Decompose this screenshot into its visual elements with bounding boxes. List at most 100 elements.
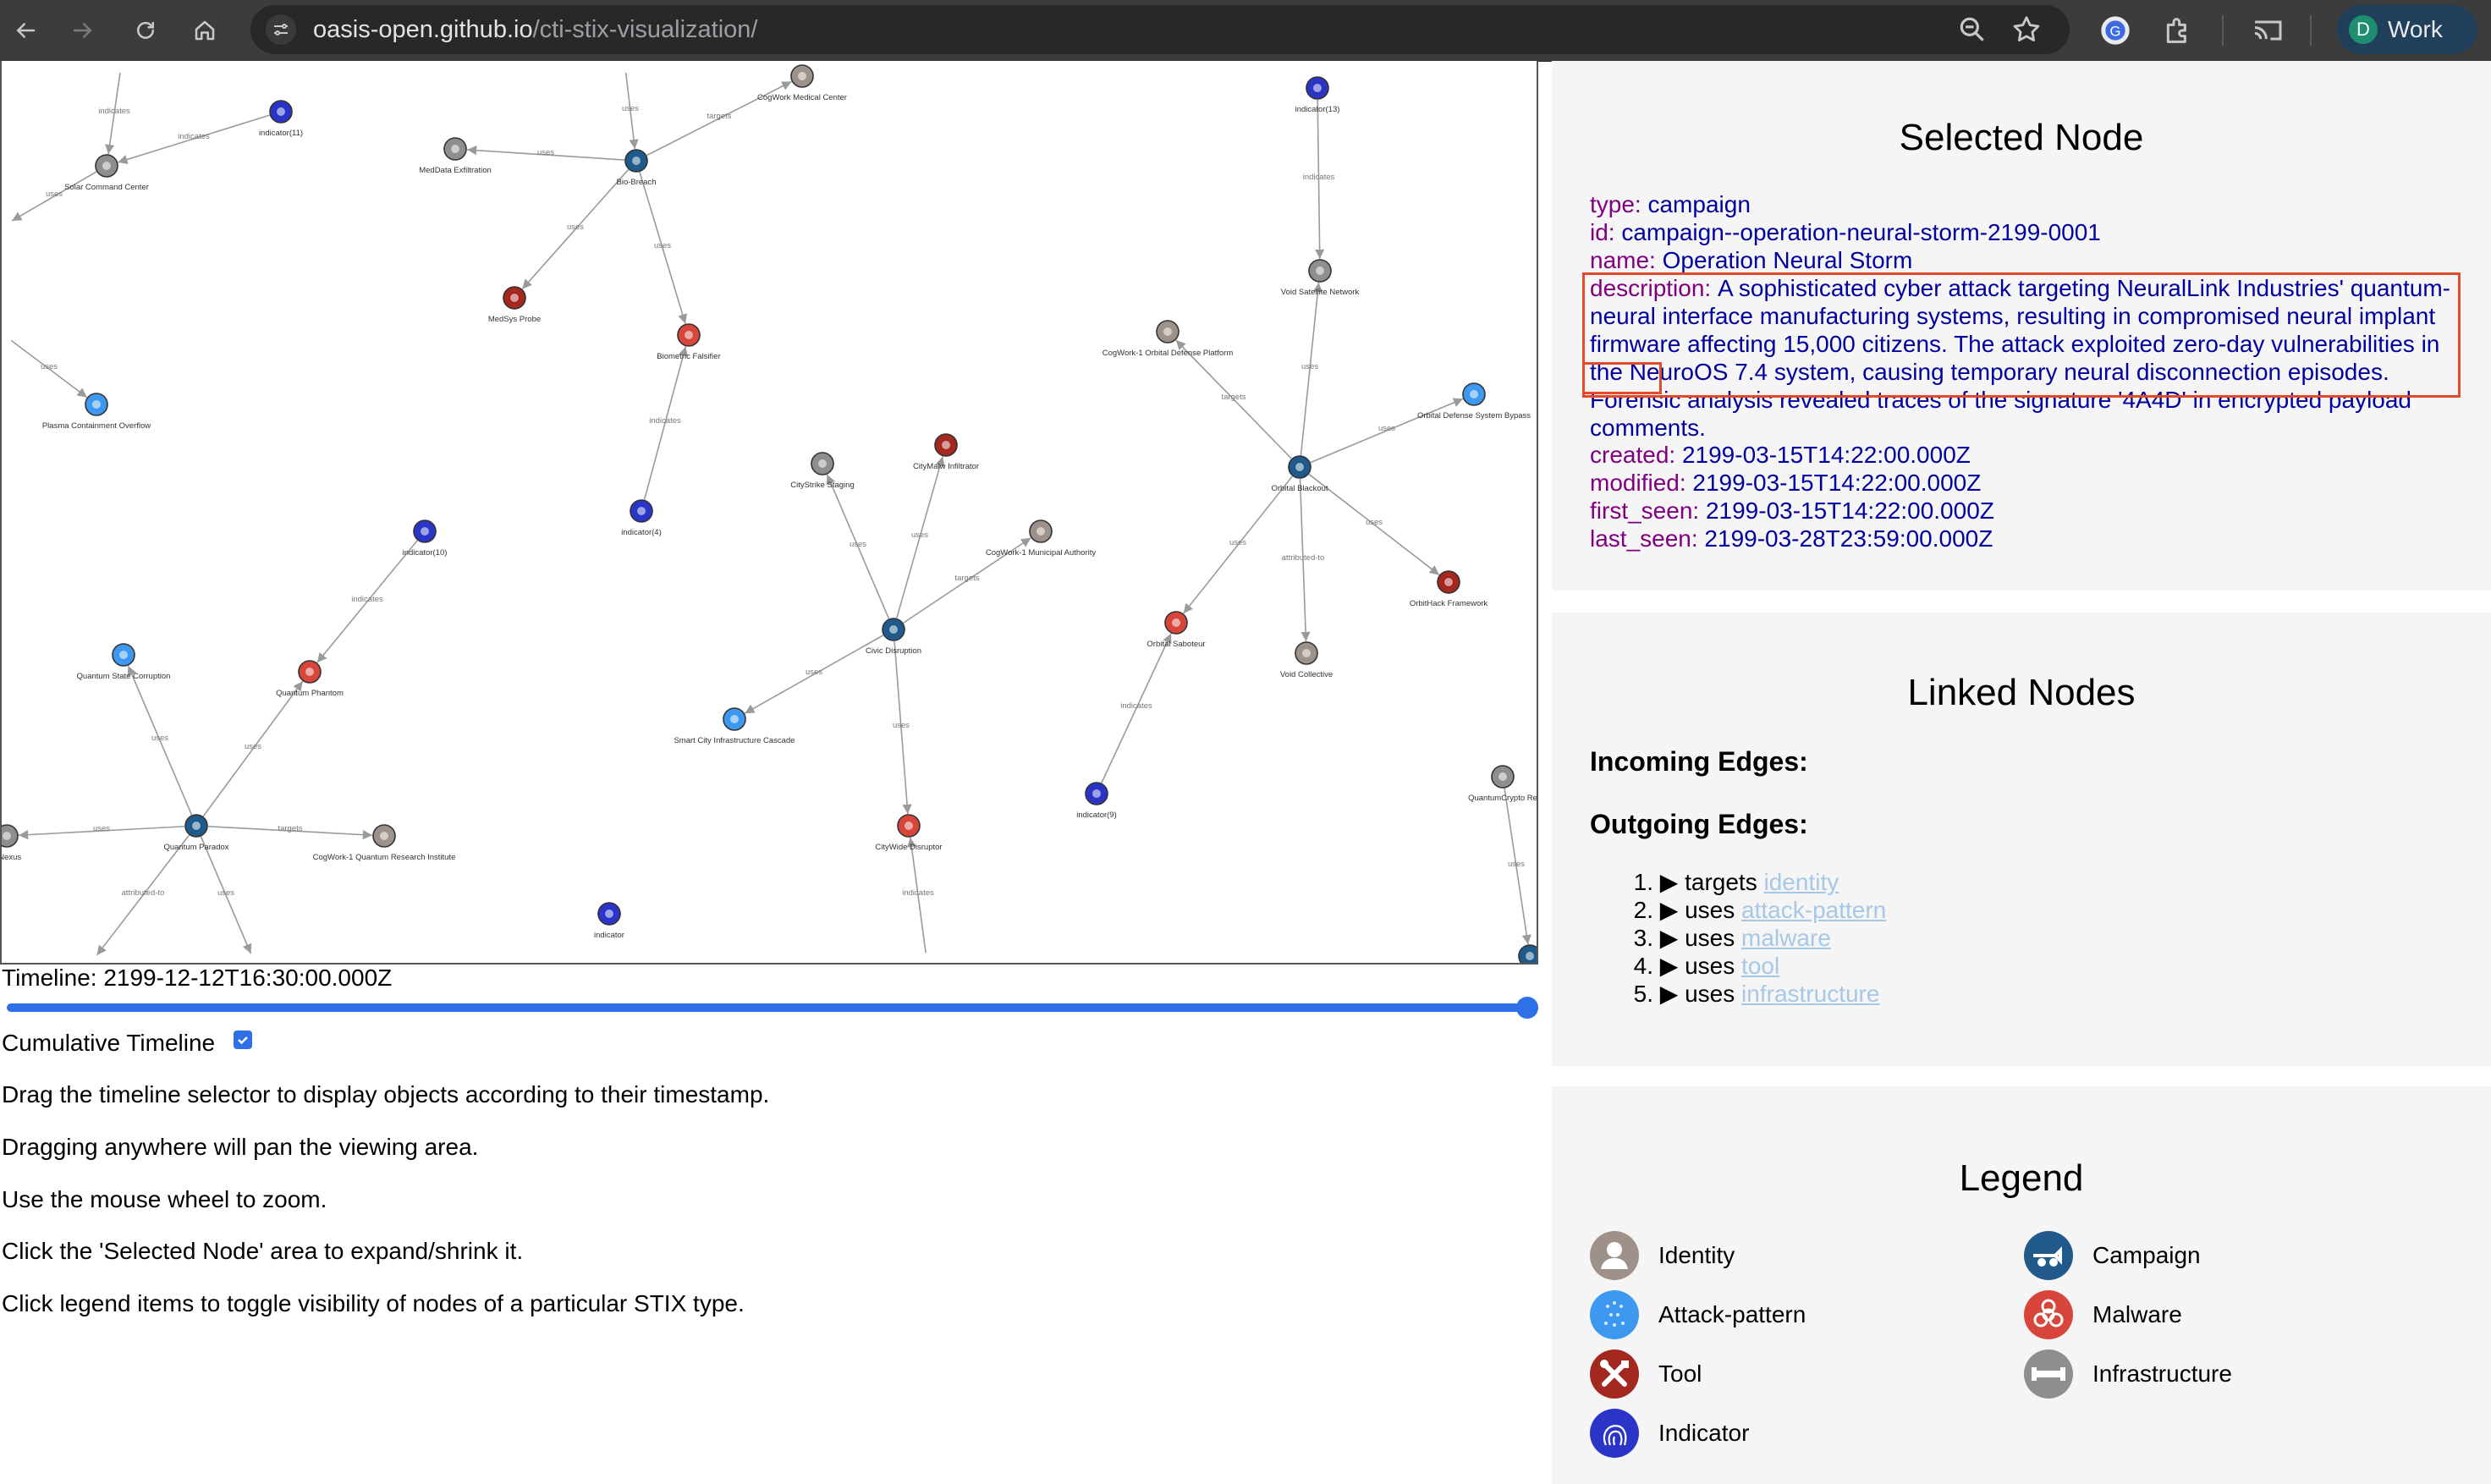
graph-node-indicator[interactable]: indicator(9) xyxy=(1076,782,1117,820)
bookmark-star-icon[interactable] xyxy=(2010,14,2043,46)
graph-node-malware[interactable]: CityWide Disruptor xyxy=(875,814,943,852)
graph-node-indicator[interactable]: indicator xyxy=(594,902,624,940)
graph-node-infrastructure[interactable]: Solar Command Center xyxy=(64,154,149,192)
graph-node-label: Quantum State Corruption xyxy=(77,672,171,681)
address-bar[interactable]: oasis-open.github.io/cti-stix-visualizat… xyxy=(250,5,2070,54)
graph-node-label: OrbitHack Framework xyxy=(1410,599,1488,608)
node-glyph xyxy=(421,527,429,536)
graph-edge-label: uses xyxy=(911,530,928,540)
edge-target-link[interactable]: tool xyxy=(1741,953,1779,979)
outgoing-edge-item[interactable]: 1. ▶ targets identity xyxy=(1616,868,1839,896)
disclosure-triangle-icon[interactable]: ▶ xyxy=(1660,981,1679,1007)
graph-node-indicator[interactable]: indicator(10) xyxy=(403,519,448,558)
profile-button[interactable]: D Work xyxy=(2337,5,2477,54)
url-text[interactable]: oasis-open.github.io/cti-stix-visualizat… xyxy=(313,16,757,44)
edge-relation: uses xyxy=(1685,981,1735,1007)
graph-edge-label: uses xyxy=(654,241,671,250)
graph-node-label: MedSys Probe xyxy=(488,315,541,324)
malware-icon xyxy=(2024,1290,2073,1339)
graph-node-tool[interactable]: MedSys Probe xyxy=(488,286,541,324)
edge-target-link[interactable]: attack-pattern xyxy=(1741,897,1886,923)
field-modified: modified: 2199-03-15T14:22:00.000Z xyxy=(1590,470,1981,497)
graph-node-attack-pattern[interactable]: Smart City Infrastructure Cascade xyxy=(674,707,795,745)
back-button[interactable] xyxy=(5,10,46,51)
edge-target-link[interactable]: identity xyxy=(1764,869,1839,895)
node-glyph xyxy=(1316,267,1324,275)
extension-g-icon[interactable]: G xyxy=(2098,14,2132,47)
disclosure-triangle-icon[interactable]: ▶ xyxy=(1660,925,1679,951)
graph-edge-label: targets xyxy=(278,824,302,833)
disclosure-triangle-icon[interactable]: ▶ xyxy=(1660,953,1679,979)
graph-edge-label: uses xyxy=(567,223,584,232)
help-text: Drag the timeline selector to display ob… xyxy=(2,1081,770,1108)
node-glyph xyxy=(637,507,646,515)
graph-node-label: indicator(4) xyxy=(621,528,662,537)
graph-node-identity[interactable]: CogWork Medical Center xyxy=(757,64,847,102)
reload-button[interactable] xyxy=(125,10,166,51)
timeline-slider-track[interactable] xyxy=(7,1003,1530,1012)
outgoing-edge-item[interactable]: 2. ▶ uses attack-pattern xyxy=(1616,896,1887,924)
graph-edge-label: uses xyxy=(622,104,639,113)
cast-icon[interactable] xyxy=(2251,14,2285,47)
node-glyph xyxy=(798,72,806,80)
forward-button[interactable] xyxy=(63,10,103,51)
list-number: 2. xyxy=(1633,897,1653,923)
graph-node-indicator[interactable]: indicator(11) xyxy=(259,100,303,138)
graph-node-infrastructure[interactable]: x Nexus xyxy=(2,824,21,862)
graph-node-attack-pattern[interactable]: Orbital Defense System Bypass xyxy=(1417,382,1531,420)
node-glyph xyxy=(818,459,827,468)
graph-node-infrastructure[interactable]: QuantumCrypto Re xyxy=(1468,765,1537,803)
graph-edge-label: uses xyxy=(537,148,554,157)
edge-target-link[interactable]: malware xyxy=(1741,925,1831,951)
timeline-slider-thumb[interactable] xyxy=(1516,997,1538,1019)
edge-target-link[interactable]: infrastructure xyxy=(1741,981,1879,1007)
graph-edge-label: uses xyxy=(893,721,910,730)
graph-node-label: CogWork Medical Center xyxy=(757,93,847,102)
selected-node-panel[interactable]: Selected Node type: campaign id: campaig… xyxy=(1552,61,2491,591)
node-glyph xyxy=(1526,952,1534,960)
extensions-puzzle-icon[interactable] xyxy=(2161,14,2195,47)
graph-node-campaign[interactable]: Civic Disruption xyxy=(866,618,921,656)
edge-relation: uses xyxy=(1685,897,1735,923)
graph-node-malware[interactable]: Orbital Saboteur xyxy=(1147,611,1206,649)
graph-node-tool[interactable]: CityMalw Infiltrator xyxy=(913,433,979,471)
graph-node-identity[interactable]: Void Collective xyxy=(1280,641,1333,679)
graph-node-identity[interactable]: CogWork-1 Quantum Research Institute xyxy=(313,824,456,862)
arrow-left-icon xyxy=(16,23,36,38)
graph-node-malware[interactable]: Biometric Falsifier xyxy=(657,323,721,361)
graph-node-campaign[interactable] xyxy=(1518,944,1538,965)
graph-node-tool[interactable]: OrbitHack Framework xyxy=(1410,570,1488,608)
graph-node-campaign[interactable]: Orbital Blackout xyxy=(1271,455,1328,493)
graph-node-label: CityWide Disruptor xyxy=(875,843,942,852)
zoom-icon[interactable] xyxy=(1956,14,1988,46)
graph-node-infrastructure[interactable]: MedData Exfiltration xyxy=(419,137,492,175)
graph-node-attack-pattern[interactable]: Plasma Containment Overflow xyxy=(42,393,151,431)
graph-node-label: Void Collective xyxy=(1280,670,1333,679)
outgoing-edge-item[interactable]: 4. ▶ uses tool xyxy=(1616,952,1780,980)
graph-node-identity[interactable]: CogWork-1 Municipal Authority xyxy=(986,519,1096,558)
field-last-seen: last_seen: 2199-03-28T23:59:00.000Z xyxy=(1590,525,1993,552)
site-info-button[interactable] xyxy=(266,14,296,45)
toolbar-divider xyxy=(2310,15,2312,46)
field-value: campaign--operation-neural-storm-2199-00… xyxy=(1621,219,2101,245)
graph-node-campaign[interactable]: Quantum Paradox xyxy=(163,814,229,852)
cumulative-timeline-checkbox[interactable] xyxy=(234,1031,252,1049)
graph-node-identity[interactable]: CogWork-1 Orbital Defense Platform xyxy=(1103,320,1234,358)
graph-canvas[interactable]: indicates indicates uses uses uses targets use… xyxy=(0,61,1538,965)
graph-edge-label: uses xyxy=(850,540,866,549)
graph-node-indicator[interactable]: indicator(4) xyxy=(621,499,662,537)
disclosure-triangle-icon[interactable]: ▶ xyxy=(1660,869,1679,895)
graph-node-indicator[interactable]: indicator(13) xyxy=(1295,76,1340,114)
graph-node-infrastructure[interactable]: CityStrike Staging xyxy=(790,452,855,490)
graph-node-malware[interactable]: Quantum Phantom xyxy=(276,660,344,698)
disclosure-triangle-icon[interactable]: ▶ xyxy=(1660,897,1679,923)
outgoing-edge-item[interactable]: 3. ▶ uses malware xyxy=(1616,924,1831,952)
field-created: created: 2199-03-15T14:22:00.000Z xyxy=(1590,442,1971,469)
graph-node-attack-pattern[interactable]: Quantum State Corruption xyxy=(77,643,171,681)
legend-label: Indicator xyxy=(1658,1420,1750,1446)
graph-svg[interactable]: indicates indicates uses uses uses targets use… xyxy=(2,61,1538,965)
graph-node-infrastructure[interactable]: Void Satellite Network xyxy=(1281,259,1360,297)
graph-node-campaign[interactable]: Bio-Breach xyxy=(617,149,657,187)
outgoing-edge-item[interactable]: 5. ▶ uses infrastructure xyxy=(1616,980,1880,1008)
home-button[interactable] xyxy=(184,10,225,51)
